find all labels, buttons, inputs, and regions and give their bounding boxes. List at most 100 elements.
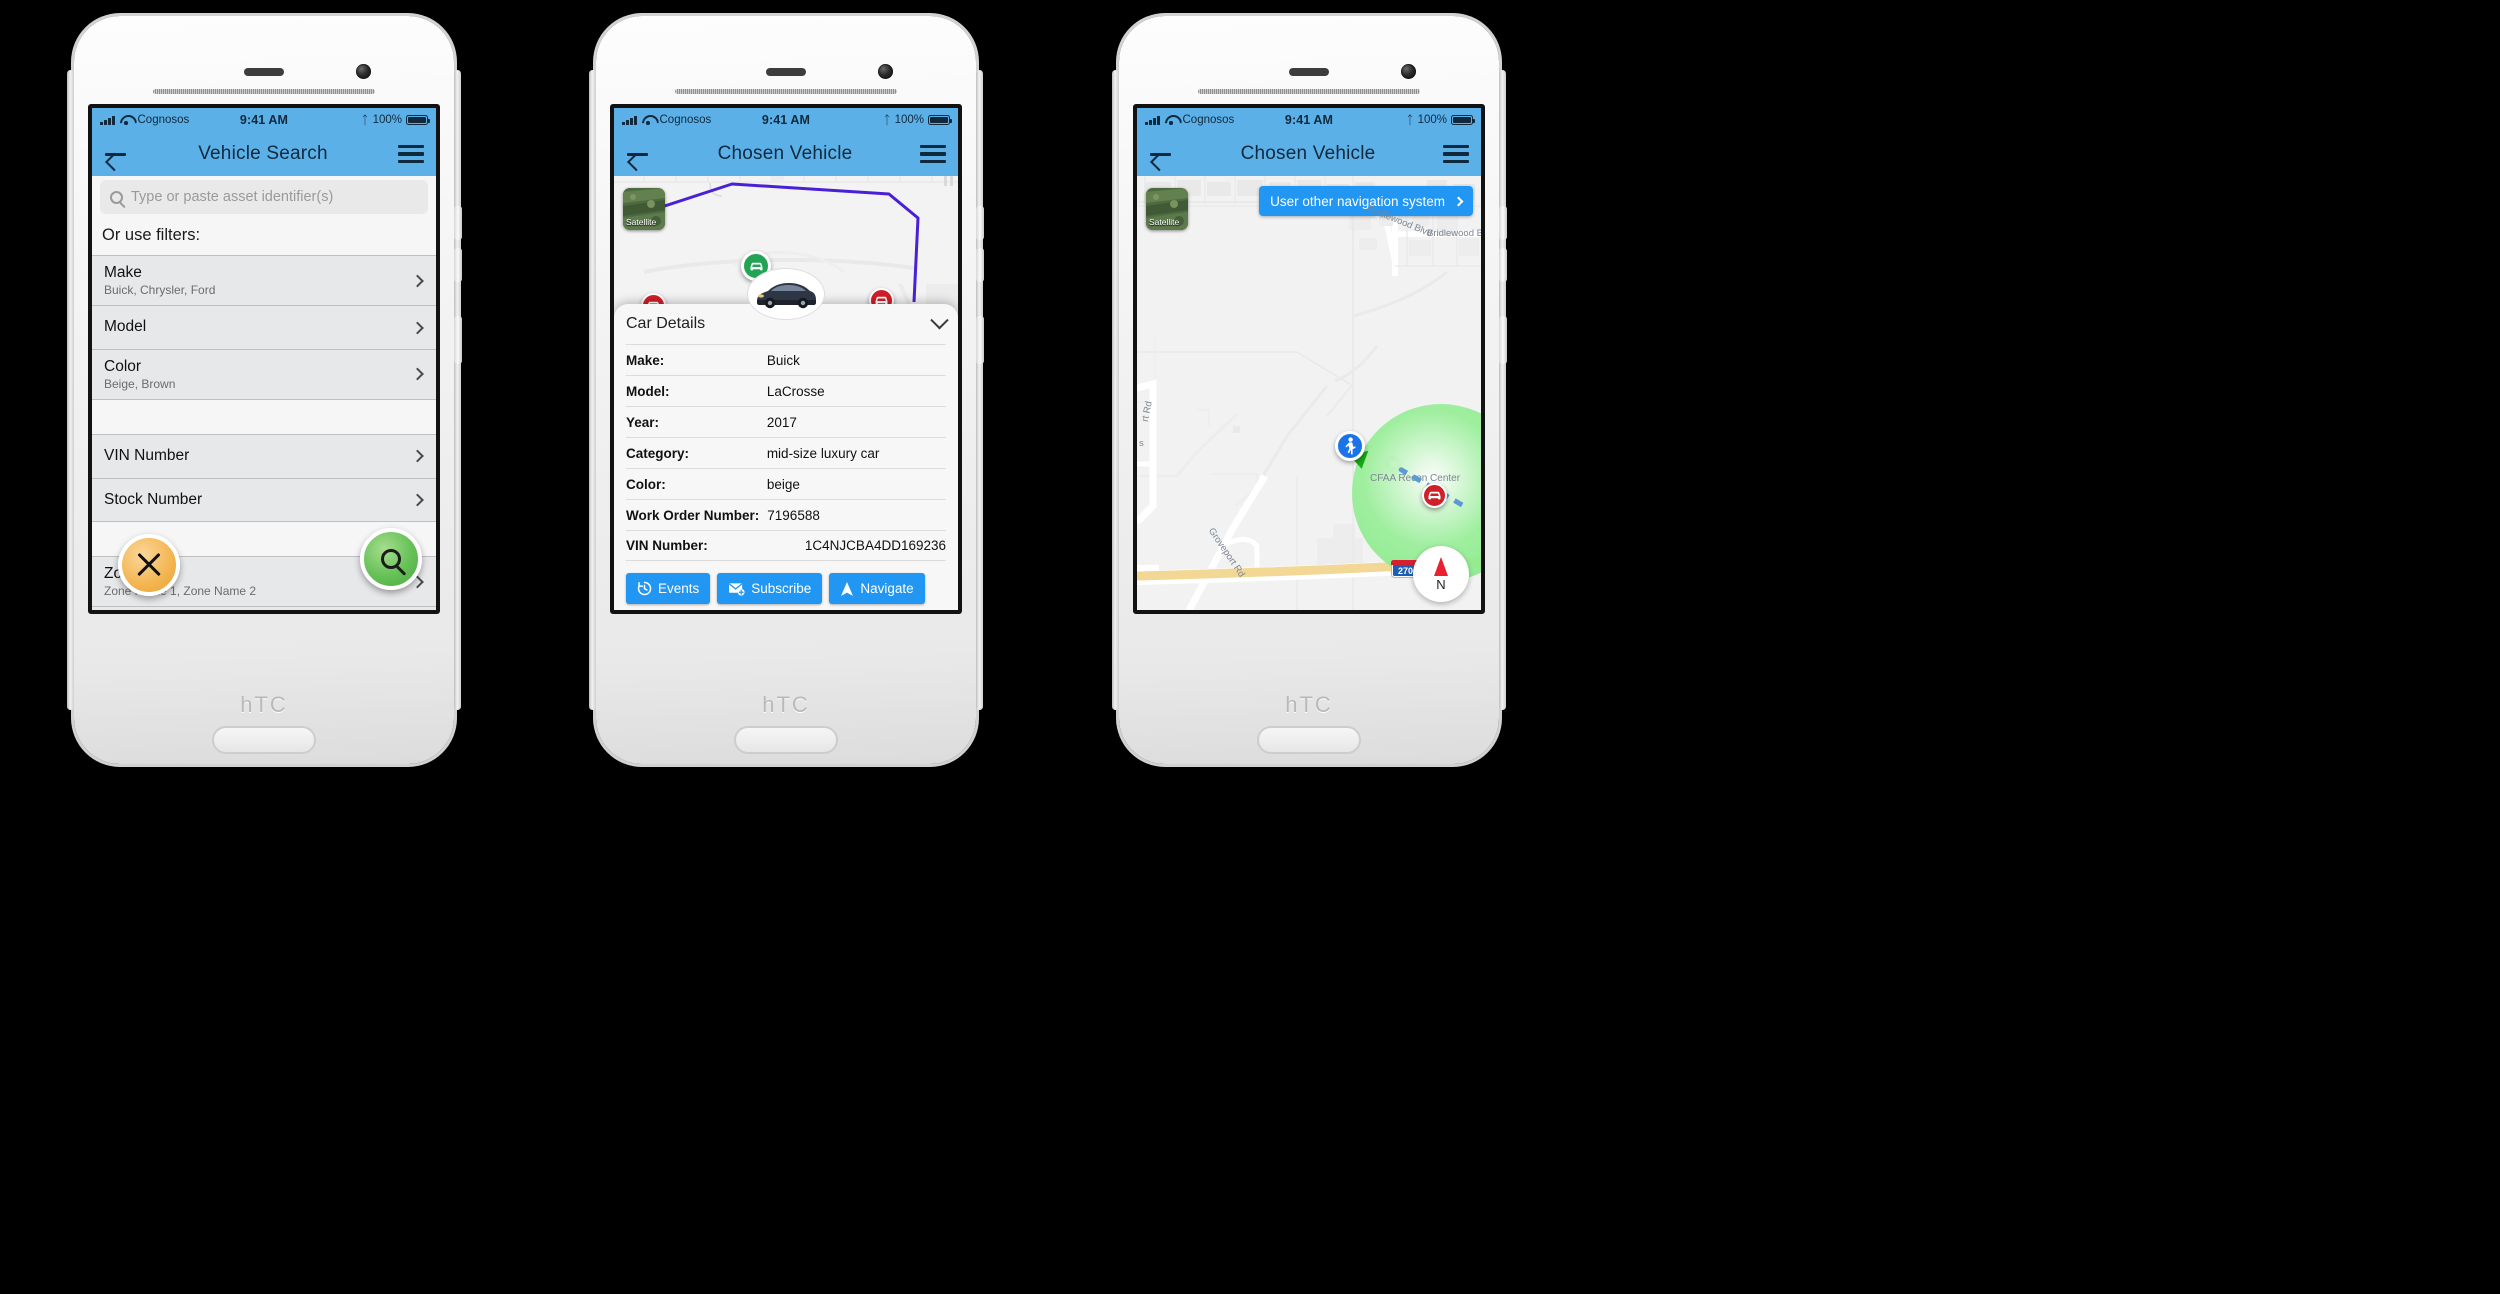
envelope-plus-icon (729, 583, 745, 596)
button-label: User other navigation system (1270, 193, 1445, 209)
wifi-icon (642, 115, 655, 125)
pedestrian-location-marker[interactable] (1335, 431, 1365, 461)
navigation-arrow-icon (841, 581, 854, 596)
back-arrow-icon[interactable] (626, 144, 650, 164)
detail-row-vin-number: VIN Number: 1C4NJCBA4DD169236 (626, 530, 946, 561)
satellite-label: Satellite (1149, 217, 1180, 227)
hamburger-menu-icon[interactable] (398, 141, 424, 167)
front-camera-icon (878, 64, 893, 79)
detail-key: Color: (626, 476, 666, 492)
filter-group-separator (92, 400, 436, 435)
car-details-sheet: Car Details Make: Buick Model: LaCrosse … (614, 268, 958, 610)
events-button[interactable]: Events (626, 573, 711, 604)
volume-down-button[interactable] (976, 248, 984, 282)
power-button[interactable] (1499, 316, 1507, 364)
carrier-label: Cognosos (137, 114, 190, 126)
detail-key: Year: (626, 414, 660, 430)
page-title: Chosen Vehicle (717, 143, 853, 164)
subscribe-button[interactable]: Subscribe (717, 573, 823, 604)
battery-icon (1451, 114, 1476, 126)
vehicle-marker-red[interactable] (1422, 483, 1447, 508)
status-bar: Cognosos 9:41 AM ᛏ 100% (1137, 108, 1481, 132)
bluetooth-icon: ᛏ (361, 113, 369, 127)
filter-label: Stock Number (104, 490, 203, 508)
page-title: Chosen Vehicle (1240, 143, 1376, 164)
phone-3-screen: Cognosos 9:41 AM ᛏ 100% Chosen Vehicle S… (1133, 104, 1485, 614)
detail-key: Make: (626, 352, 665, 368)
battery-percent-label: 100% (1417, 114, 1447, 126)
filter-value: Beige, Brown (104, 377, 176, 392)
filter-row-additional-1[interactable]: Additional Filter (92, 607, 436, 610)
carrier-label: Cognosos (659, 114, 712, 126)
detail-row-category: Category: mid-size luxury car (626, 437, 946, 468)
detail-key: Work Order Number: (626, 507, 760, 523)
button-label: Events (658, 581, 700, 596)
map-label-bridlewood-blvd-2: Bridlewood Blvd (1427, 228, 1481, 239)
filter-row-stock-number[interactable]: Stock Number (92, 478, 436, 522)
sheet-title: Car Details (626, 315, 706, 332)
home-key-button[interactable] (1257, 726, 1361, 754)
detail-value: Buick (766, 352, 800, 368)
speaker-grille (1198, 89, 1420, 94)
device-right-edge (976, 70, 983, 710)
battery-icon (406, 114, 431, 126)
satellite-toggle-button[interactable]: Satellite (623, 188, 665, 230)
cellular-signal-icon (100, 115, 115, 125)
search-icon (110, 190, 123, 204)
clear-filters-button[interactable] (118, 534, 180, 596)
filter-row-vin-number[interactable]: VIN Number (92, 434, 436, 479)
search-input[interactable]: Type or paste asset identifier(s) (100, 180, 428, 214)
hamburger-menu-icon[interactable] (1443, 141, 1469, 167)
phone-device-3: Cognosos 9:41 AM ᛏ 100% Chosen Vehicle S… (1112, 16, 1507, 764)
battery-percent-label: 100% (372, 114, 402, 126)
earpiece-speaker (244, 68, 284, 76)
earpiece-speaker (766, 68, 806, 76)
satellite-toggle-button[interactable]: Satellite (1146, 188, 1188, 230)
volume-up-button[interactable] (1499, 206, 1507, 240)
home-key-button[interactable] (212, 726, 316, 754)
map-view[interactable]: Satellite User other navigation system B… (1137, 176, 1481, 610)
filter-row-make[interactable]: Make Buick, Chrysler, Ford (92, 255, 436, 307)
screenshot-canvas: Cognosos 9:41 AM ᛏ 100% Vehicle Search T… (0, 0, 2500, 1294)
volume-down-button[interactable] (454, 248, 462, 282)
compass-button[interactable]: N (1413, 546, 1469, 602)
filter-label: Model (104, 318, 147, 336)
page-title: Vehicle Search (198, 143, 328, 164)
satellite-label: Satellite (626, 217, 657, 227)
front-camera-icon (1401, 64, 1416, 79)
volume-down-button[interactable] (1499, 248, 1507, 282)
run-search-button[interactable] (360, 528, 422, 590)
volume-up-button[interactable] (454, 206, 462, 240)
filter-row-model[interactable]: Model (92, 306, 436, 350)
map-view[interactable]: Satellite Car Details Make: Buick Model:… (614, 176, 958, 610)
volume-up-button[interactable] (976, 206, 984, 240)
status-bar: Cognosos 9:41 AM ᛏ 100% (614, 108, 958, 132)
car-icon (1428, 491, 1441, 500)
detail-value: 2017 (766, 414, 797, 430)
detail-row-work-order-number: Work Order Number: 7196588 (626, 499, 946, 530)
detail-value: beige (766, 476, 800, 492)
detail-value: 1C4NJCBA4DD169236 (804, 538, 946, 553)
hamburger-menu-icon[interactable] (920, 141, 946, 167)
app-nav-bar: Chosen Vehicle (1137, 132, 1481, 176)
power-button[interactable] (454, 316, 462, 364)
carrier-label: Cognosos (1182, 114, 1235, 126)
bluetooth-icon: ᛏ (883, 113, 891, 127)
filters-section-label: Or use filters: (102, 226, 201, 244)
app-nav-bar: Chosen Vehicle (614, 132, 958, 176)
app-nav-bar: Vehicle Search (92, 132, 436, 176)
back-arrow-icon[interactable] (104, 144, 128, 164)
chevron-down-icon[interactable] (930, 310, 949, 329)
pedestrian-icon (1345, 437, 1356, 455)
search-icon (381, 549, 401, 569)
detail-key: Category: (626, 445, 690, 461)
detail-row-model: Model: LaCrosse (626, 375, 946, 406)
cellular-signal-icon (1145, 115, 1160, 125)
history-clock-icon (637, 581, 652, 596)
home-key-button[interactable] (734, 726, 838, 754)
filter-row-color[interactable]: Color Beige, Brown (92, 349, 436, 401)
power-button[interactable] (976, 316, 984, 364)
sheet-action-row: Events Subscribe Navigate (626, 573, 946, 604)
navigate-button[interactable]: Navigate (829, 573, 925, 604)
back-arrow-icon[interactable] (1149, 144, 1173, 164)
